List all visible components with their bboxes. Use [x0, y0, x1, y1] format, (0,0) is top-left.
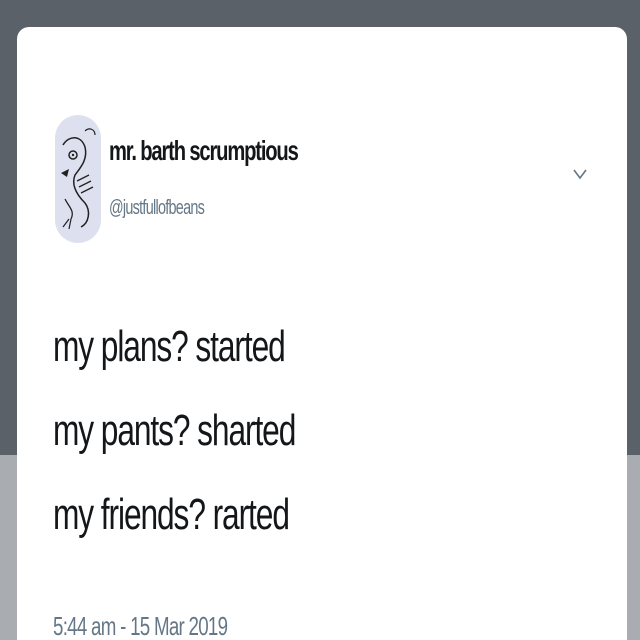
- tweet-timestamp[interactable]: 5:44 am - 15 Mar 2019: [53, 611, 228, 640]
- bird-sketch-avatar-icon[interactable]: [55, 115, 101, 243]
- tweet-line: my plans? started: [53, 322, 286, 371]
- tweet-card: mr. barth scrumptious @justfullofbeans m…: [17, 27, 627, 640]
- author-display-name[interactable]: mr. barth scrumptious: [109, 135, 299, 167]
- chevron-down-icon[interactable]: [572, 165, 588, 183]
- tweet-line: my pants? sharted: [53, 406, 296, 455]
- tweet-line: my friends? rarted: [53, 490, 290, 539]
- author-handle[interactable]: @justfullofbeans: [109, 197, 205, 220]
- tweet-text: my plans? started my pants? sharted my f…: [53, 305, 389, 557]
